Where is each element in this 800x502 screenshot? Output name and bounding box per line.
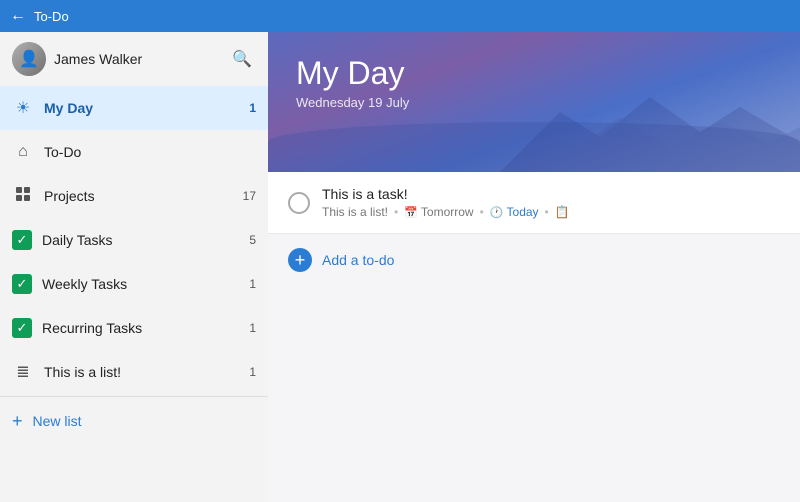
calendar-icon: 📅 (404, 206, 418, 219)
sidebar-item-projects[interactable]: Projects 17 (0, 174, 268, 218)
hero-banner: My Day Wednesday 19 July (268, 32, 800, 172)
task-due-date: 📅 Tomorrow (404, 205, 473, 219)
task-content: This is a task! This is a list! • 📅 Tomo… (322, 186, 780, 219)
meta-separator: • (480, 205, 484, 219)
main-layout: 👤 James Walker 🔍 ☀ My Day 1 ⌂ To-Do (0, 32, 800, 502)
grid-icon (12, 186, 34, 207)
meta-separator: • (394, 205, 398, 219)
sidebar-item-label: To-Do (44, 144, 240, 160)
content-area: My Day Wednesday 19 July This is a task!… (268, 32, 800, 502)
task-complete-button[interactable] (288, 192, 310, 214)
task-meta: This is a list! • 📅 Tomorrow • 🕐 Today •… (322, 205, 780, 219)
sidebar-item-label: Daily Tasks (42, 232, 240, 248)
task-title: This is a task! (322, 186, 780, 202)
add-todo-label: Add a to-do (322, 252, 394, 268)
back-button[interactable]: ← (10, 7, 26, 25)
sidebar-item-to-do[interactable]: ⌂ To-Do (0, 130, 268, 174)
sidebar-item-count: 5 (240, 233, 256, 247)
sidebar-item-count: 1 (240, 277, 256, 291)
sidebar-header: 👤 James Walker 🔍 (0, 32, 268, 86)
checkbox-icon: ✓ (12, 318, 32, 338)
sidebar-item-label: My Day (44, 100, 240, 116)
list-icon: ≣ (12, 362, 34, 382)
title-bar: ← To-Do (0, 0, 800, 32)
sun-icon: ☀ (12, 98, 34, 118)
sidebar-item-label: Weekly Tasks (42, 276, 240, 292)
add-icon: + (288, 248, 312, 272)
add-todo-button[interactable]: + Add a to-do (268, 234, 800, 286)
new-list-label: New list (33, 413, 82, 429)
avatar-image: 👤 (12, 42, 46, 76)
sidebar-item-recurring-tasks[interactable]: ✓ Recurring Tasks 1 (0, 306, 268, 350)
sidebar-item-count: 1 (240, 321, 256, 335)
sidebar-item-count: 17 (240, 189, 256, 203)
sidebar-item-daily-tasks[interactable]: ✓ Daily Tasks 5 (0, 218, 268, 262)
user-profile[interactable]: 👤 James Walker (12, 42, 142, 76)
sidebar: 👤 James Walker 🔍 ☀ My Day 1 ⌂ To-Do (0, 32, 268, 502)
avatar: 👤 (12, 42, 46, 76)
checkbox-icon: ✓ (12, 274, 32, 294)
page-title: My Day (296, 56, 772, 91)
sidebar-item-label: Recurring Tasks (42, 320, 240, 336)
task-list-name: This is a list! (322, 205, 388, 219)
task-today-badge: 🕐 Today (490, 205, 539, 219)
sidebar-item-count: 1 (240, 365, 256, 379)
sidebar-item-label: This is a list! (44, 364, 240, 380)
note-icon: 📋 (555, 205, 570, 219)
plus-icon: + (12, 411, 23, 432)
table-row: This is a task! This is a list! • 📅 Tomo… (268, 172, 800, 234)
sidebar-item-weekly-tasks[interactable]: ✓ Weekly Tasks 1 (0, 262, 268, 306)
home-icon: ⌂ (12, 143, 34, 161)
meta-separator: • (545, 205, 549, 219)
user-name: James Walker (54, 51, 142, 67)
search-button[interactable]: 🔍 (228, 45, 256, 73)
clock-icon: 🕐 (490, 206, 504, 219)
sidebar-divider (0, 396, 268, 397)
sidebar-item-this-is-a-list[interactable]: ≣ This is a list! 1 (0, 350, 268, 394)
checkbox-icon: ✓ (12, 230, 32, 250)
sidebar-item-label: Projects (44, 188, 240, 204)
page-subtitle: Wednesday 19 July (296, 95, 772, 110)
sidebar-item-my-day[interactable]: ☀ My Day 1 (0, 86, 268, 130)
sidebar-item-count: 1 (240, 101, 256, 115)
new-list-button[interactable]: + New list (0, 399, 268, 443)
app-title: To-Do (34, 9, 69, 24)
task-list: This is a task! This is a list! • 📅 Tomo… (268, 172, 800, 502)
